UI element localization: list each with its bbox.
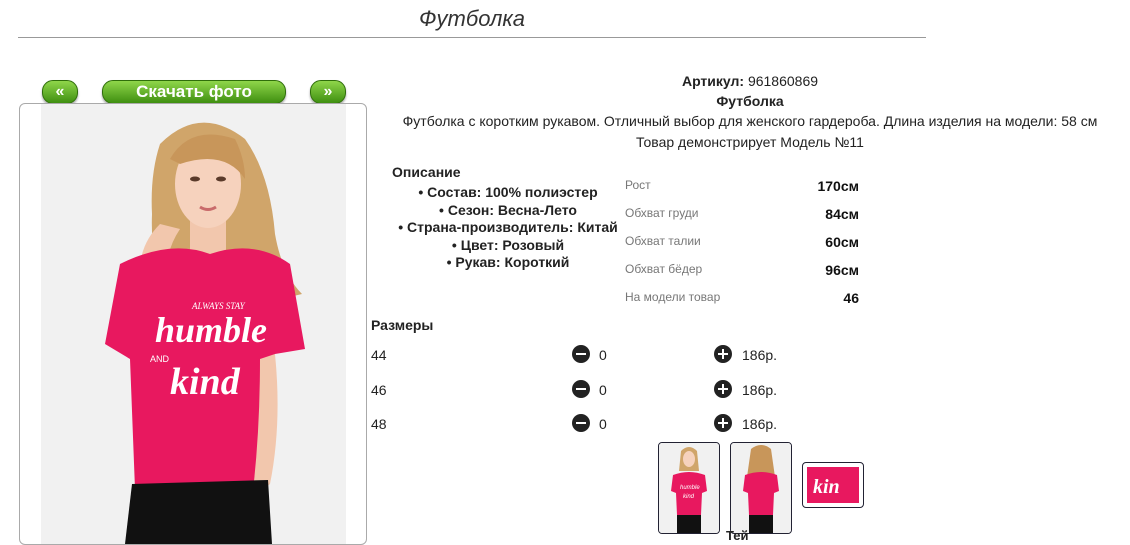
measure-label: На модели товар	[625, 290, 721, 304]
model-illustration: ALWAYS STAY humble AND kind	[105, 122, 305, 544]
thumbnail-front-image: humble kind	[659, 443, 719, 533]
thumbnail-caption: Тей	[726, 528, 749, 543]
measure-row-height: Рост 170см	[625, 178, 859, 206]
quantity-value: 0	[599, 382, 607, 398]
measure-value: 96см	[825, 262, 859, 278]
price-value: 186р.	[742, 382, 778, 398]
measure-label: Обхват бёдер	[625, 262, 703, 276]
article-value: 961860869	[747, 73, 819, 89]
minus-icon[interactable]	[572, 345, 590, 363]
size-label: 48	[371, 416, 387, 432]
size-row: 44 0 186р.	[371, 344, 791, 368]
size-label: 46	[371, 382, 387, 398]
thumbnail-back[interactable]	[730, 442, 792, 534]
size-label: 44	[371, 347, 387, 363]
measure-value: 46	[843, 290, 859, 306]
download-photo-button[interactable]: Скачать фото	[102, 80, 286, 104]
description-title: Описание	[392, 164, 461, 180]
plus-icon[interactable]	[714, 380, 732, 398]
article-label: Артикул:	[681, 73, 745, 89]
measure-label: Обхват талии	[625, 234, 701, 248]
measure-label: Обхват груди	[625, 206, 699, 220]
thumbnail-detail-image: kin	[807, 467, 859, 503]
print-line-3: AND	[150, 354, 170, 364]
description-list: Состав: 100% полиэстер Сезон: Весна-Лето…	[378, 184, 638, 272]
measure-row-chest: Обхват груди 84см	[625, 206, 859, 234]
description-item: Сезон: Весна-Лето	[378, 202, 638, 220]
minus-icon[interactable]	[572, 380, 590, 398]
measure-row-model-size: На модели товар 46	[625, 290, 859, 318]
measure-row-hips: Обхват бёдер 96см	[625, 262, 859, 290]
sizes-title: Размеры	[371, 317, 434, 333]
price-value: 186р.	[742, 416, 778, 432]
description-item: Страна-производитель: Китай	[378, 219, 638, 237]
measure-value: 170см	[817, 178, 859, 194]
page-title: Футболка	[419, 6, 525, 31]
print-line-2: humble	[155, 310, 267, 350]
quantity-value: 0	[599, 347, 607, 363]
description-item: Состав: 100% полиэстер	[378, 184, 638, 202]
size-row: 48 0 186р.	[371, 413, 791, 437]
size-row: 46 0 186р.	[371, 379, 791, 403]
thumb-detail-text: kin	[813, 476, 840, 498]
measure-value: 60см	[825, 234, 859, 250]
product-name: Футболка	[716, 93, 784, 109]
plus-icon[interactable]	[714, 345, 732, 363]
title-divider	[18, 37, 926, 38]
model-info: Товар демонстрирует Модель №11	[636, 134, 864, 150]
description-item: Рукав: Короткий	[378, 254, 638, 272]
product-summary: Футболка с коротким рукавом. Отличный вы…	[402, 113, 1098, 129]
plus-icon[interactable]	[714, 414, 732, 432]
print-line-4: kind	[170, 361, 241, 403]
thumbnail-detail[interactable]: kin	[802, 462, 864, 508]
thumbnail-back-image	[731, 443, 791, 533]
price-value: 186р.	[742, 347, 778, 363]
main-photo[interactable]: ALWAYS STAY humble AND kind	[19, 103, 367, 545]
next-photo-button[interactable]: »	[310, 80, 346, 104]
description-item: Цвет: Розовый	[378, 237, 638, 255]
thumb-print-line-1: humble	[680, 485, 700, 491]
thumbnail-front[interactable]: humble kind	[658, 442, 720, 534]
quantity-value: 0	[599, 416, 607, 432]
article-line: Артикул: 961860869	[370, 73, 1130, 89]
minus-icon[interactable]	[572, 414, 590, 432]
prev-photo-button[interactable]: «	[42, 80, 78, 104]
thumb-print-line-2: kind	[683, 494, 695, 500]
measure-value: 84см	[825, 206, 859, 222]
measure-row-waist: Обхват талии 60см	[625, 234, 859, 262]
measure-label: Рост	[625, 178, 651, 192]
pants-shape	[125, 480, 272, 544]
